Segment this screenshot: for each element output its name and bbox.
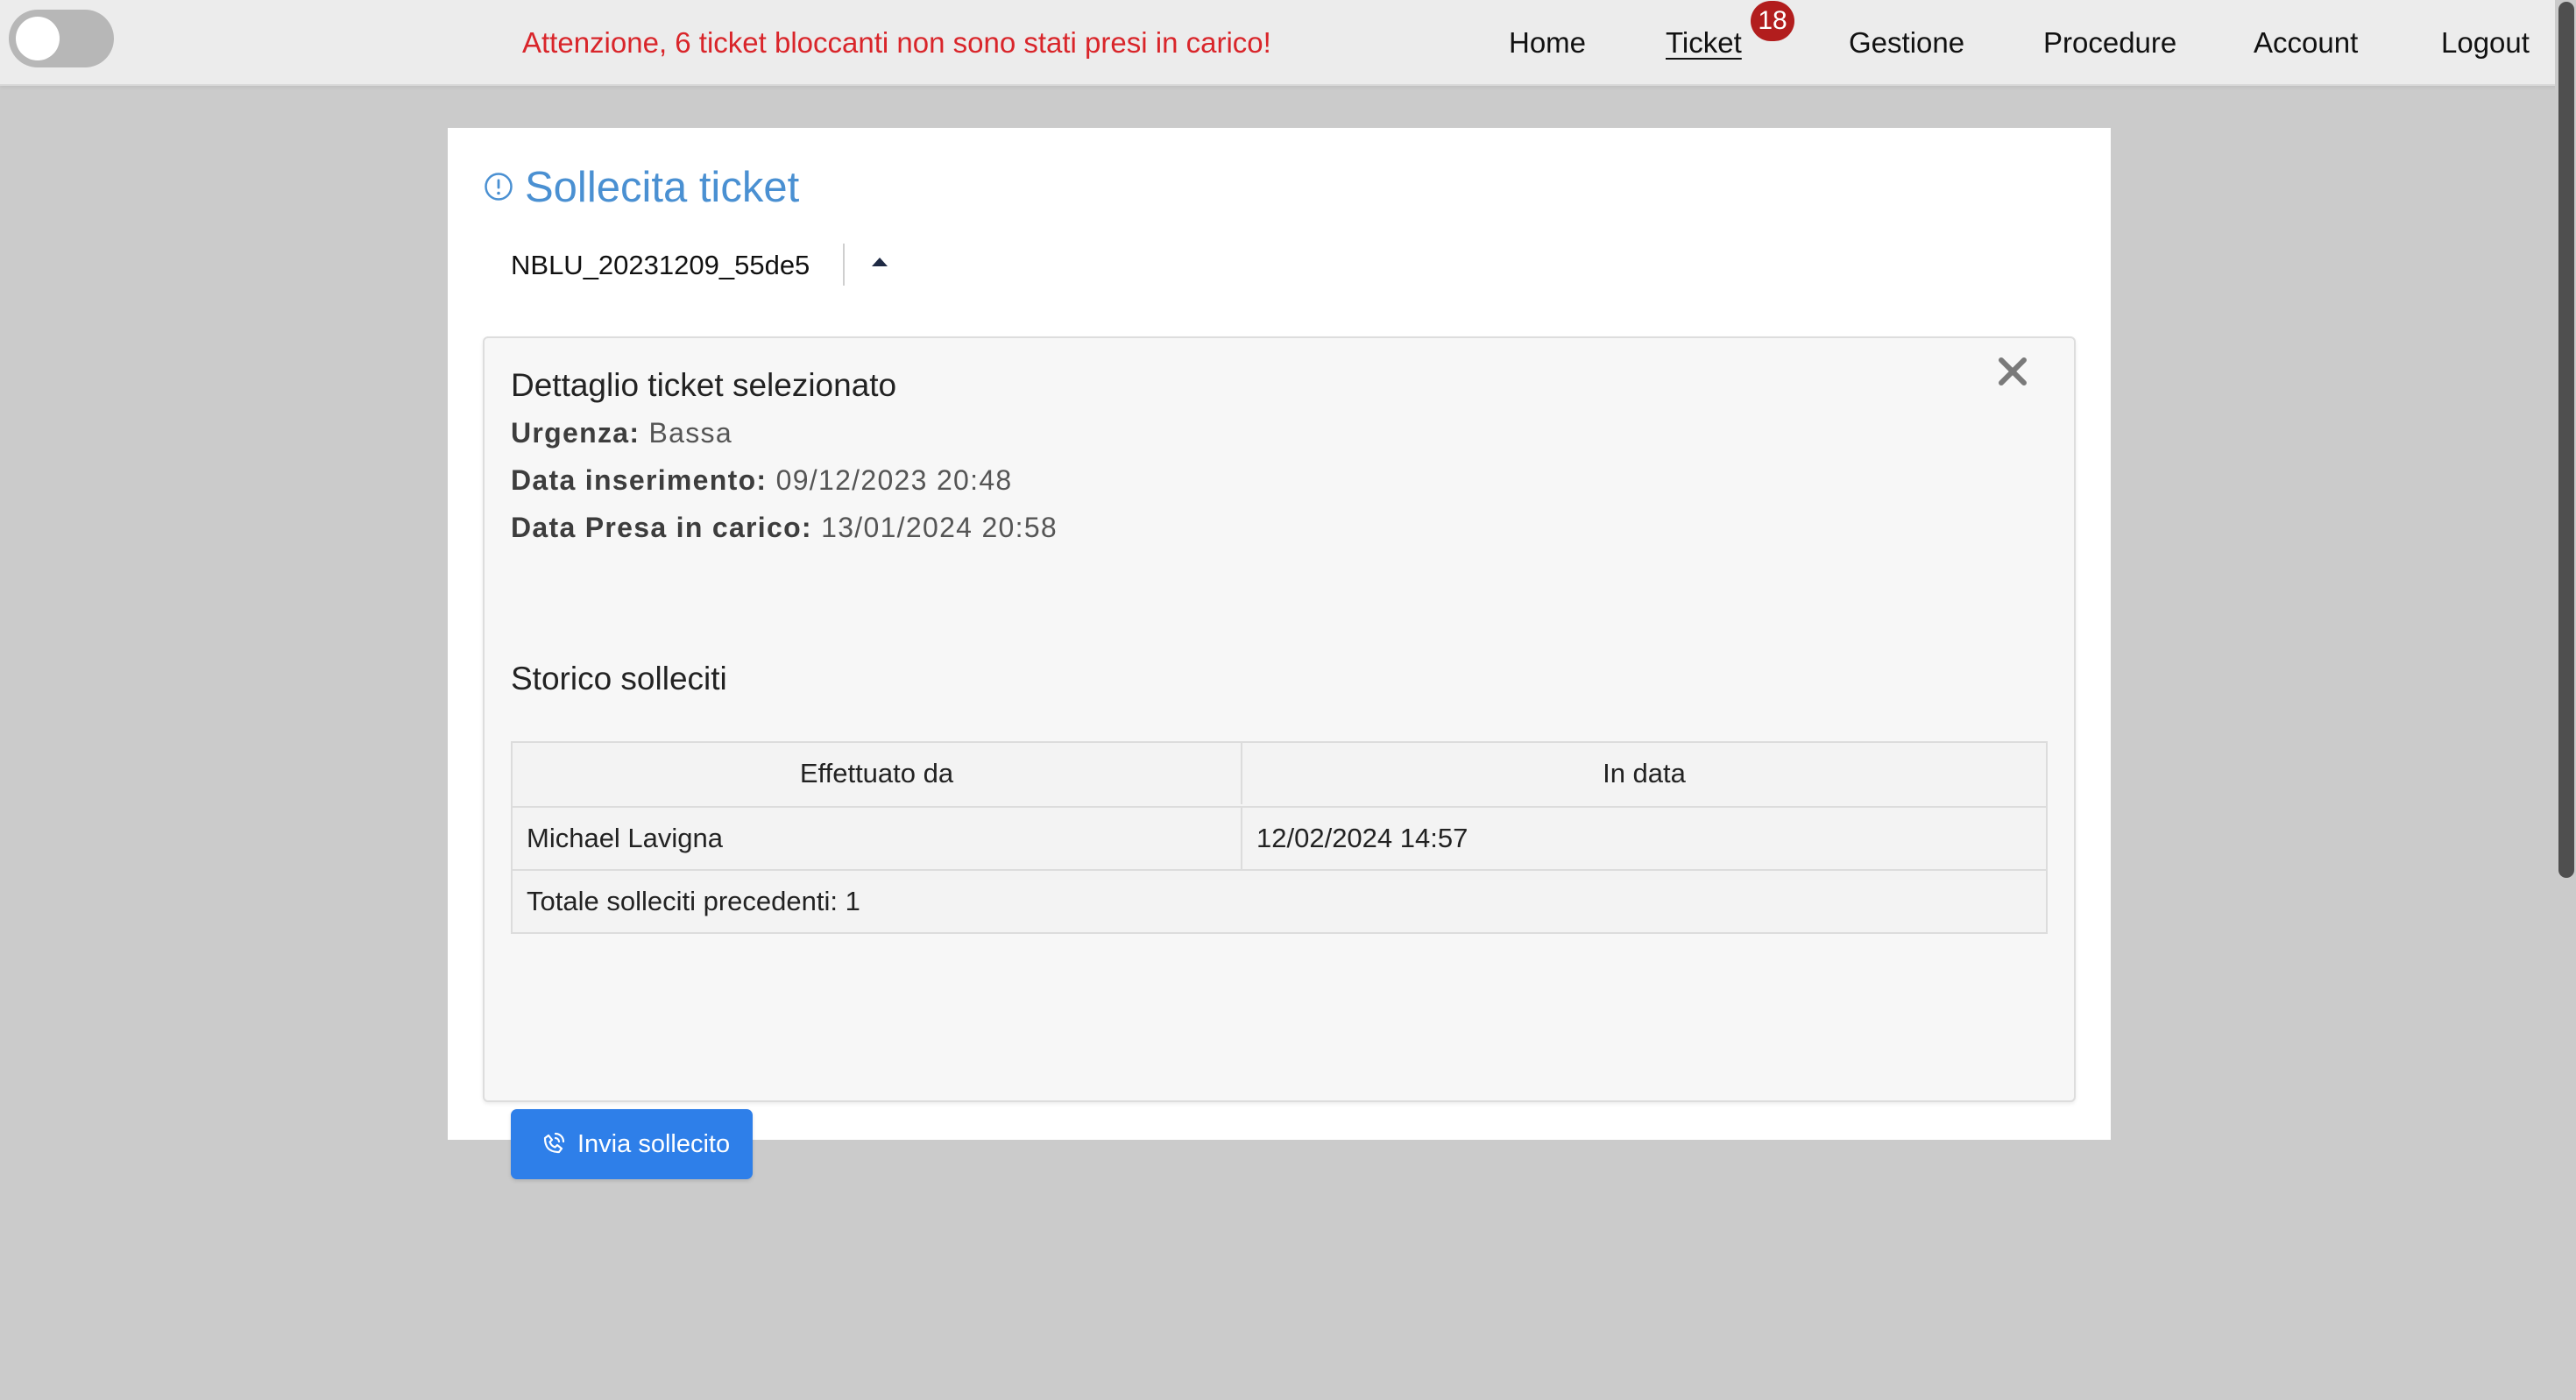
table-header-row: Effettuato da In data bbox=[513, 743, 2046, 806]
total-reminders: Totale solleciti precedenti: 1 bbox=[527, 886, 860, 916]
ticket-count-badge: 18 bbox=[1751, 1, 1794, 41]
nav-logout[interactable]: Logout bbox=[2441, 24, 2530, 62]
send-reminder-button[interactable]: Invia sollecito bbox=[511, 1109, 753, 1179]
inserted-date-field: Data inserimento: 09/12/2023 20:48 bbox=[511, 461, 1013, 499]
detail-title: Dettaglio ticket selezionato bbox=[511, 367, 897, 403]
send-reminder-label: Invia sollecito bbox=[577, 1130, 731, 1158]
history-table: Effettuato da In data Michael Lavigna 12… bbox=[511, 741, 2048, 934]
inserted-date-label: Data inserimento: bbox=[511, 464, 768, 496]
column-header-date: In data bbox=[1603, 758, 1686, 788]
table-cell-date: 12/02/2024 14:57 bbox=[1256, 823, 1468, 853]
table-row: Michael Lavigna 12/02/2024 14:57 bbox=[513, 806, 2046, 869]
urgency-value: Bassa bbox=[648, 417, 732, 449]
select-divider bbox=[843, 244, 845, 286]
table-total-row: Totale solleciti precedenti: 1 bbox=[513, 869, 2046, 932]
nav-ticket[interactable]: Ticket bbox=[1666, 24, 1742, 62]
nav-procedure[interactable]: Procedure bbox=[2043, 24, 2176, 62]
table-cell-by: Michael Lavigna bbox=[513, 808, 1242, 869]
nav-gestione[interactable]: Gestione bbox=[1849, 24, 1964, 62]
blocking-tickets-alert: Attenzione, 6 ticket bloccanti non sono … bbox=[522, 26, 1271, 59]
ticket-detail-panel: Dettaglio ticket selezionato Urgenza: Ba… bbox=[483, 336, 2076, 1179]
history-title: Storico solleciti bbox=[511, 661, 727, 696]
close-icon[interactable] bbox=[1993, 352, 2032, 391]
taken-date-field: Data Presa in carico: 13/01/2024 20:58 bbox=[511, 508, 1058, 547]
urgency-field: Urgenza: Bassa bbox=[511, 414, 732, 452]
ticket-select-value[interactable]: NBLU_20231209_55de5 bbox=[511, 248, 810, 283]
exclamation-circle-icon bbox=[485, 173, 513, 201]
scrollbar-thumb[interactable] bbox=[2558, 2, 2574, 878]
theme-toggle[interactable] bbox=[9, 10, 114, 67]
caret-up-icon[interactable] bbox=[868, 254, 891, 272]
toggle-knob bbox=[16, 17, 60, 60]
nav-account[interactable]: Account bbox=[2254, 24, 2358, 62]
main-card: Sollecita ticket NBLU_20231209_55de5 Det… bbox=[448, 128, 2111, 1179]
inserted-date-value: 09/12/2023 20:48 bbox=[775, 464, 1013, 496]
nav-home[interactable]: Home bbox=[1509, 24, 1586, 62]
taken-date-value: 13/01/2024 20:58 bbox=[821, 512, 1058, 543]
ringing-phone-icon bbox=[543, 1132, 565, 1154]
page-title: Sollecita ticket bbox=[525, 164, 800, 211]
urgency-label: Urgenza: bbox=[511, 417, 640, 449]
column-header-by: Effettuato da bbox=[513, 743, 1242, 804]
top-navbar: Attenzione, 6 ticket bloccanti non sono … bbox=[0, 0, 2576, 86]
taken-date-label: Data Presa in carico: bbox=[511, 512, 812, 543]
